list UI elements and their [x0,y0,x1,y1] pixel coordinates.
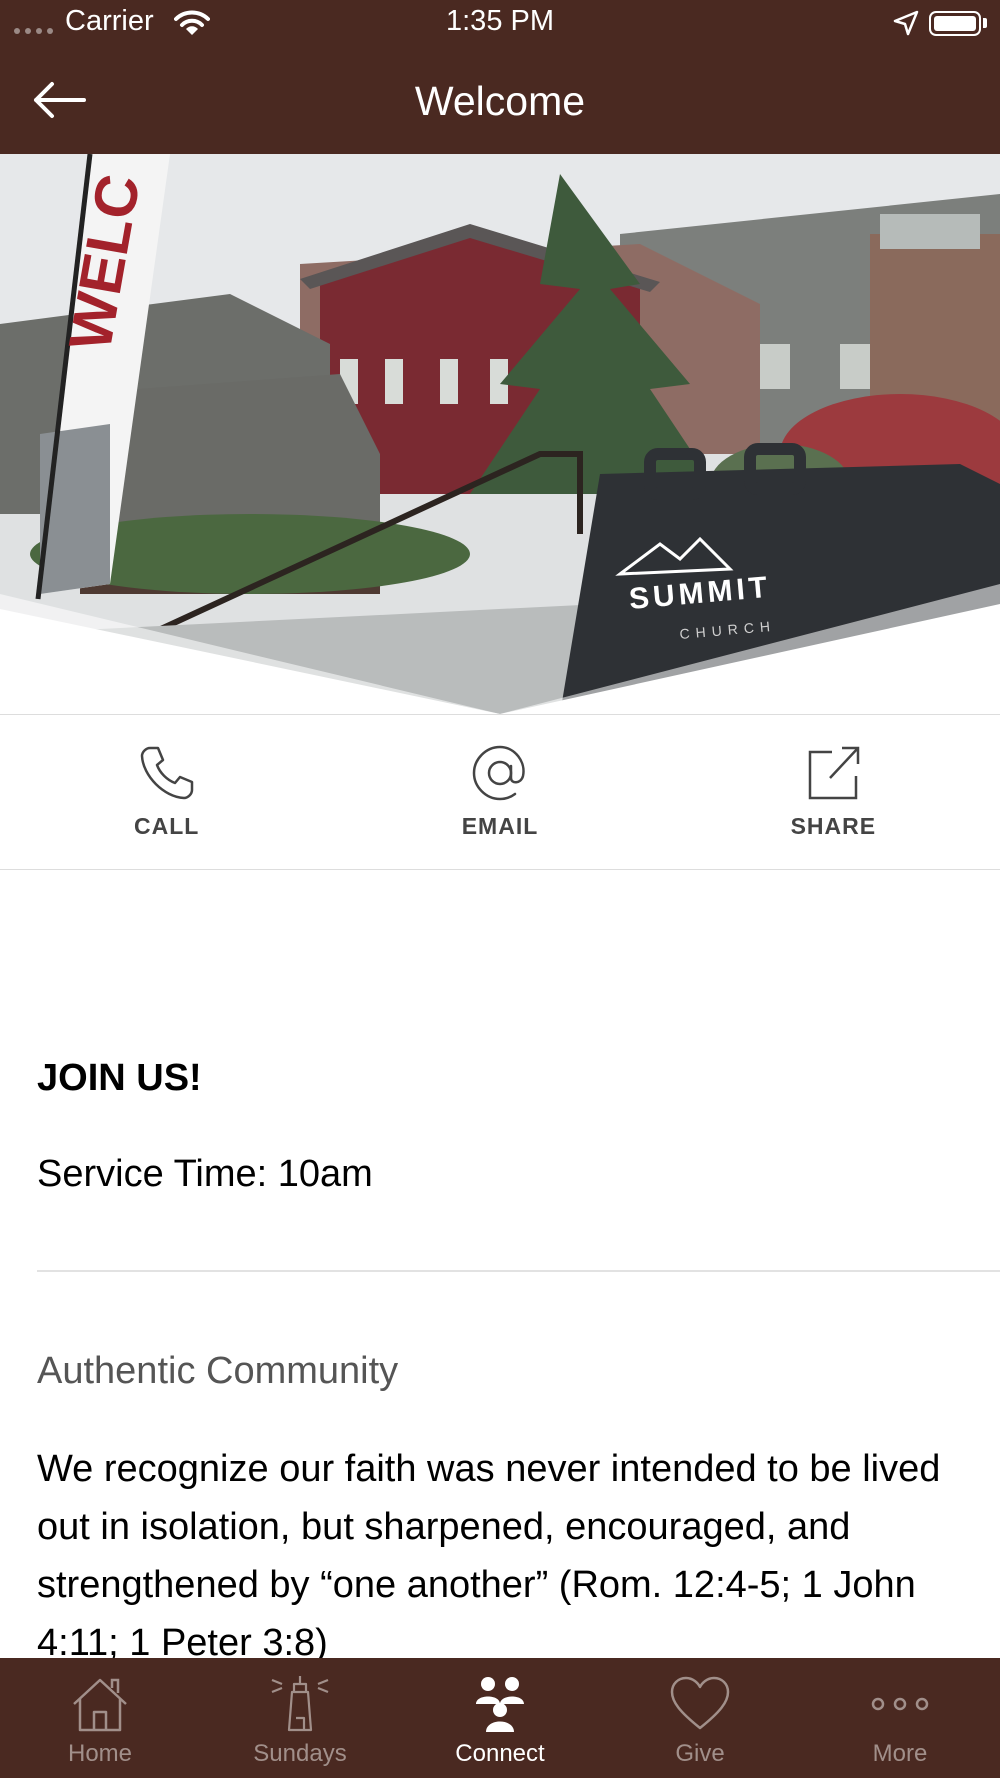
join-heading: JOIN US! [37,1057,202,1099]
location-arrow-icon [893,10,919,36]
call-label: CALL [134,813,200,839]
battery-tip [983,18,987,28]
share-label: SHARE [790,813,877,839]
at-icon [472,745,525,801]
tab-bar: Home Sundays Connect Give More [0,1658,1000,1778]
home-icon [73,1678,127,1732]
email-button[interactable]: EMAIL [333,715,666,869]
email-label: EMAIL [461,813,539,839]
action-row: CALL EMAIL SHARE [0,715,1000,869]
call-button[interactable]: CALL [0,715,333,869]
tab-home[interactable]: Home [0,1658,200,1778]
tab-give[interactable]: Give [600,1658,800,1778]
tab-label: Sundays [253,1740,347,1767]
phone-icon [140,746,193,800]
hero-image: SUMMIT CHURCH WELC [0,154,1000,714]
tab-label: More [872,1740,928,1767]
tab-label: Connect [455,1740,545,1767]
tab-label: Home [67,1740,133,1767]
more-icon [871,1697,929,1711]
navigation-bar: Welcome [0,48,1000,154]
body-paragraph: We recognize our faith was never intende… [37,1448,941,1664]
status-time: 1:35 PM [446,5,554,37]
share-button[interactable]: SHARE [667,715,1000,869]
page-title: Welcome [414,78,586,124]
status-bar: Carrier 1:35 PM [0,0,1000,48]
top-bar: Carrier 1:35 PM Welcome [0,0,1000,154]
battery-icon [929,11,981,36]
lighthouse-icon [271,1676,329,1732]
share-icon [809,746,860,800]
section-divider [37,1270,1000,1272]
tab-sundays[interactable]: Sundays [200,1658,400,1778]
tab-more[interactable]: More [800,1658,1000,1778]
people-icon [476,1677,524,1732]
heart-icon [670,1676,730,1730]
section-subheading: Authentic Community [37,1350,399,1392]
service-time: Service Time: 10am [37,1153,373,1195]
divider [0,869,1000,870]
tab-label: Give [675,1740,725,1767]
tab-connect[interactable]: Connect [400,1658,600,1778]
